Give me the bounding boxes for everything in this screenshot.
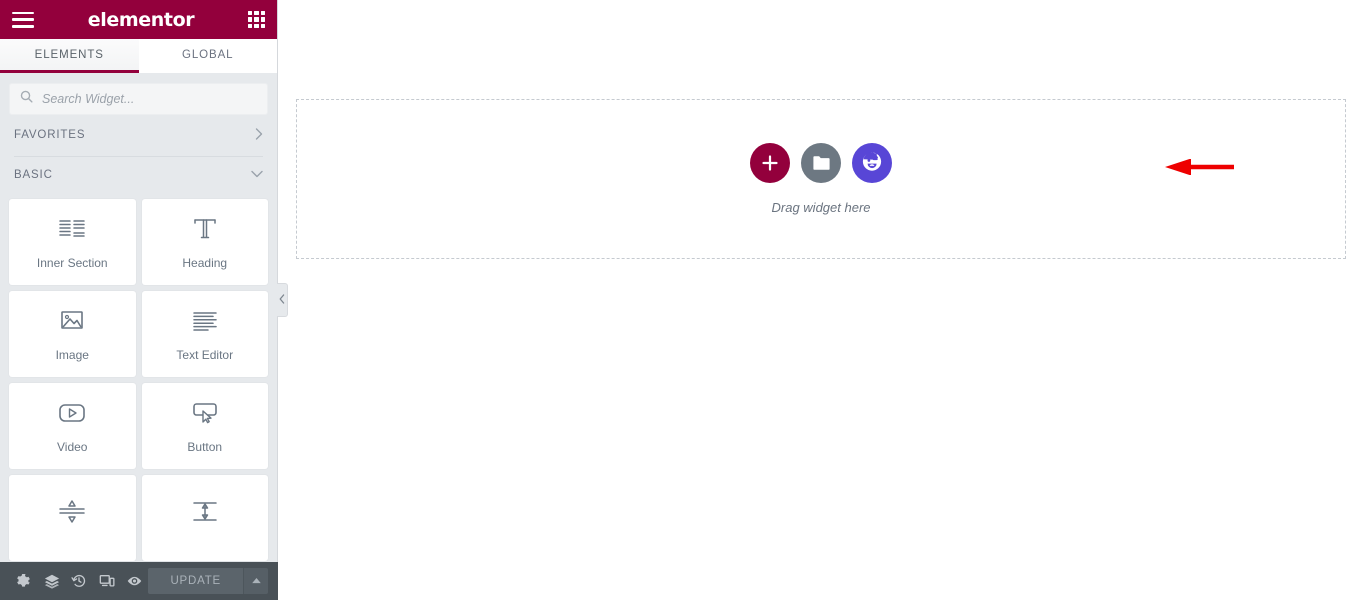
search-icon xyxy=(20,90,33,108)
widget-inner-section[interactable]: Inner Section xyxy=(9,199,136,285)
search-widget-container xyxy=(0,73,277,115)
widget-grid: Inner Section Heading Image Text Editor … xyxy=(0,195,277,600)
add-template-button[interactable] xyxy=(801,143,841,183)
add-buttons-row xyxy=(750,143,892,183)
elementor-editor: elementor ELEMENTS GLOBAL FAVORITES xyxy=(0,0,1366,600)
category-favorites-label: FAVORITES xyxy=(14,129,86,141)
widget-label: Heading xyxy=(182,255,228,270)
update-button-group: UPDATE xyxy=(148,568,269,594)
widget-image[interactable]: Image xyxy=(9,291,136,377)
panel-collapse-handle[interactable] xyxy=(277,283,288,317)
panel-tabs: ELEMENTS GLOBAL xyxy=(0,39,277,73)
update-options-caret-icon[interactable] xyxy=(243,568,269,594)
widget-label: Inner Section xyxy=(36,255,108,270)
empty-section-drop-zone[interactable]: Drag widget here xyxy=(296,99,1346,259)
widget-button[interactable]: Button xyxy=(141,383,268,469)
red-pointer-arrow xyxy=(1165,158,1235,176)
button-cursor-icon xyxy=(190,399,220,427)
widget-label: Text Editor xyxy=(176,347,234,362)
category-favorites[interactable]: FAVORITES xyxy=(0,115,277,157)
grid-apps-icon[interactable] xyxy=(248,11,265,28)
history-clock-icon[interactable] xyxy=(65,562,93,600)
image-icon xyxy=(58,307,86,335)
preview-eye-icon[interactable] xyxy=(121,562,149,600)
tab-global[interactable]: GLOBAL xyxy=(138,39,277,73)
video-play-icon xyxy=(57,399,87,427)
update-button[interactable]: UPDATE xyxy=(148,568,244,594)
text-editor-icon xyxy=(191,307,219,335)
elementor-logo: elementor xyxy=(87,8,195,31)
category-basic[interactable]: BASIC xyxy=(0,155,277,195)
add-new-section-button[interactable] xyxy=(750,143,790,183)
responsive-mode-icon[interactable] xyxy=(93,562,121,600)
widget-spacer[interactable] xyxy=(141,475,268,561)
widget-divider[interactable] xyxy=(9,475,136,561)
chevron-down-icon xyxy=(251,170,263,181)
navigator-layers-icon[interactable] xyxy=(38,562,66,600)
search-box[interactable] xyxy=(9,83,268,115)
widget-text-editor[interactable]: Text Editor xyxy=(141,291,268,377)
chevron-right-icon xyxy=(255,127,263,143)
tab-elements[interactable]: ELEMENTS xyxy=(0,39,139,73)
heading-t-icon xyxy=(192,215,218,243)
chevron-left-icon xyxy=(279,291,285,309)
spacer-icon xyxy=(188,498,222,526)
divider-icon xyxy=(55,498,89,526)
drag-widget-hint: Drag widget here xyxy=(771,200,871,215)
widget-label: Image xyxy=(55,347,89,362)
settings-gear-icon[interactable] xyxy=(10,562,38,600)
widget-label: Video xyxy=(57,439,88,454)
widget-heading[interactable]: Heading xyxy=(141,199,268,285)
editor-canvas: Drag widget here xyxy=(278,0,1366,600)
ai-face-icon xyxy=(860,149,884,178)
editor-panel: elementor ELEMENTS GLOBAL FAVORITES xyxy=(0,0,288,600)
category-basic-label: BASIC xyxy=(14,169,53,181)
ai-builder-button[interactable] xyxy=(852,143,892,183)
widget-label: Button xyxy=(187,439,223,454)
panel-footer: UPDATE xyxy=(0,562,278,600)
search-input[interactable] xyxy=(42,92,257,106)
panel-header: elementor xyxy=(0,0,277,39)
widget-video[interactable]: Video xyxy=(9,383,136,469)
inner-section-icon xyxy=(58,215,86,243)
hamburger-menu-icon[interactable] xyxy=(12,11,34,28)
